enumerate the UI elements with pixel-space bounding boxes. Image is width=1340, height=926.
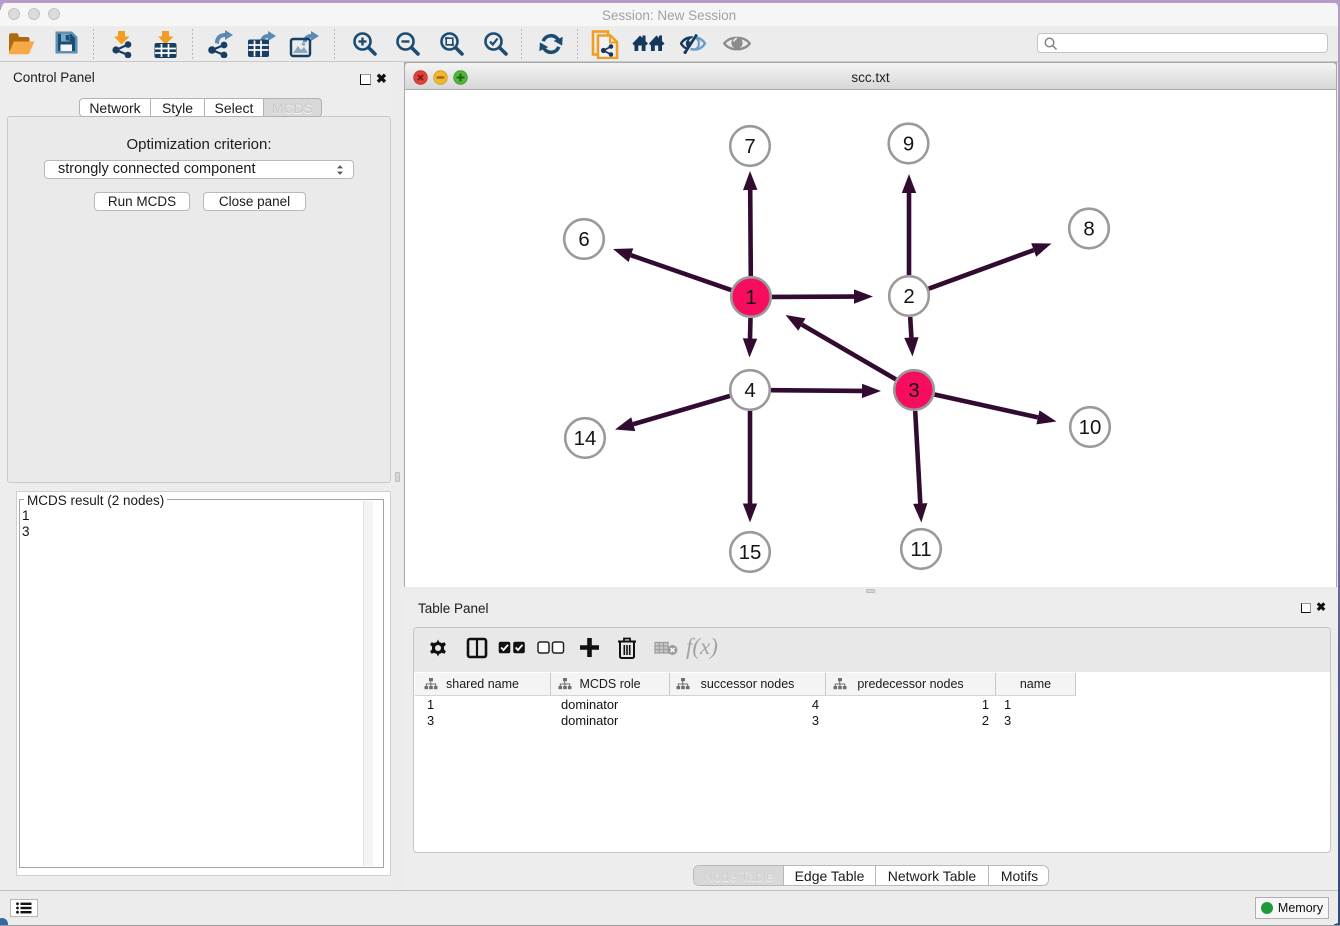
svg-text:2: 2 <box>903 286 914 308</box>
svg-text:8: 8 <box>1083 219 1094 241</box>
svg-text:7: 7 <box>744 136 755 158</box>
svg-text:14: 14 <box>574 428 597 450</box>
svg-text:11: 11 <box>910 539 931 561</box>
svg-text:10: 10 <box>1079 417 1102 439</box>
svg-text:6: 6 <box>578 229 589 251</box>
svg-text:9: 9 <box>903 134 914 156</box>
svg-text:1: 1 <box>745 287 756 309</box>
svg-text:4: 4 <box>744 380 755 402</box>
svg-text:15: 15 <box>739 542 762 564</box>
svg-text:3: 3 <box>908 380 919 402</box>
